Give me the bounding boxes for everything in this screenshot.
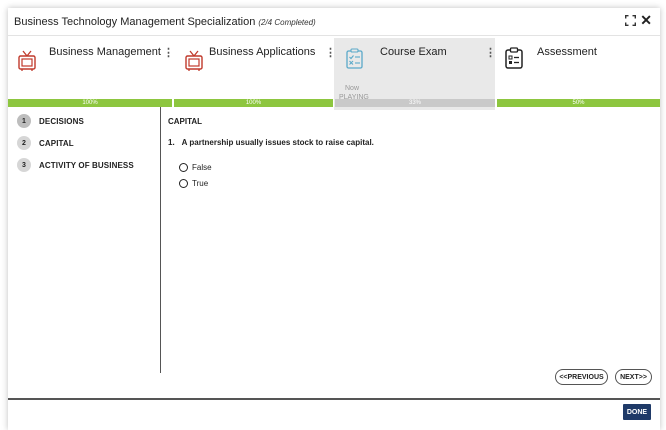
- answer-option-true[interactable]: True: [179, 179, 208, 188]
- question-number: 1.: [168, 138, 175, 147]
- answer-option-false[interactable]: False: [179, 163, 212, 172]
- radio-button[interactable]: [179, 179, 188, 188]
- footer-divider: [8, 398, 660, 400]
- step-number-badge: 1: [17, 114, 31, 128]
- window-title: Business Technology Management Specializ…: [14, 16, 316, 28]
- course-title: Business Technology Management Specializ…: [14, 16, 256, 28]
- module-label: Assessment: [537, 46, 597, 58]
- question: 1. A partnership usually issues stock to …: [168, 138, 374, 147]
- module-label: Course Exam: [380, 46, 447, 58]
- course-player-window: Business Technology Management Specializ…: [8, 8, 660, 430]
- module-label: Business Management: [49, 46, 161, 58]
- progress-bar-assessment: 50%: [497, 99, 660, 107]
- sidebar-item-label: DECISIONS: [39, 116, 84, 126]
- completion-status: (2/4 Completed): [258, 18, 316, 27]
- previous-button[interactable]: <<PREVIOUS: [555, 369, 608, 385]
- sidebar-item-label: CAPITAL: [39, 138, 74, 148]
- lesson-sidebar: 1 DECISIONS 2 CAPITAL 3 ACTIVITY OF BUSI…: [8, 107, 161, 373]
- title-bar: Business Technology Management Specializ…: [8, 8, 660, 36]
- sidebar-item-label: ACTIVITY OF BUSINESS: [39, 160, 134, 170]
- step-number-badge: 2: [17, 136, 31, 150]
- fullscreen-icon[interactable]: [625, 15, 637, 26]
- progress-bar-course-exam: 33%: [335, 99, 495, 107]
- sidebar-item-capital[interactable]: 2 CAPITAL: [17, 135, 74, 151]
- radio-button[interactable]: [179, 163, 188, 172]
- sidebar-item-activity-of-business[interactable]: 3 ACTIVITY OF BUSINESS: [17, 157, 134, 173]
- step-number-badge: 3: [17, 158, 31, 172]
- tv-icon: [185, 50, 203, 71]
- module-progress-bars: 100% 100% 33% 50%: [8, 99, 660, 107]
- progress-bar-business-applications: 100%: [174, 99, 333, 107]
- progress-bar-business-management: 100%: [8, 99, 172, 107]
- window-controls: ✕: [625, 13, 652, 27]
- question-panel: CAPITAL 1. A partnership usually issues s…: [168, 107, 658, 373]
- section-title: CAPITAL: [168, 117, 203, 126]
- module-label: Business Applications: [209, 46, 316, 58]
- done-button[interactable]: DONE: [623, 404, 651, 420]
- next-button[interactable]: NEXT>>: [615, 369, 652, 385]
- question-text: A partnership usually issues stock to ra…: [181, 138, 374, 147]
- sidebar-item-decisions[interactable]: 1 DECISIONS: [17, 113, 84, 129]
- tv-icon: [18, 50, 36, 71]
- option-label: True: [192, 179, 209, 188]
- close-icon[interactable]: ✕: [640, 13, 652, 27]
- clipboard-icon: [505, 47, 523, 69]
- quiz-icon: [346, 48, 363, 69]
- option-label: False: [192, 163, 212, 172]
